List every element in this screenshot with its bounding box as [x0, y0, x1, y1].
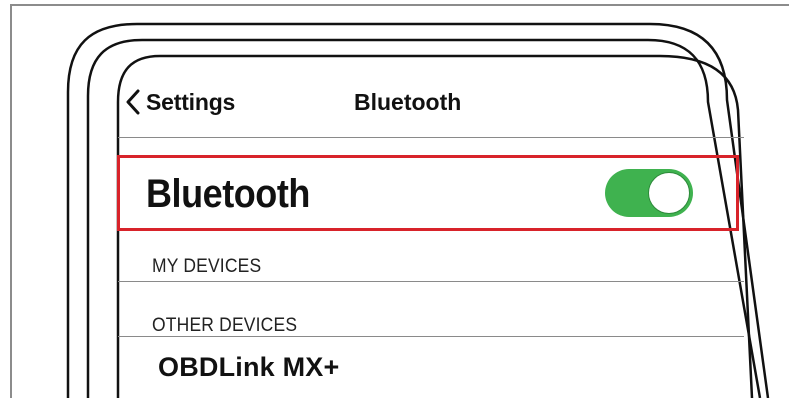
nav-divider: [118, 137, 744, 138]
back-button-label: Settings: [146, 88, 236, 115]
back-button[interactable]: Settings: [124, 86, 235, 118]
page-title: Bluetooth: [354, 89, 462, 115]
bluetooth-toggle[interactable]: [605, 169, 693, 217]
phone-screen: Settings Bluetooth Bluetooth MY DEVICES …: [117, 68, 744, 398]
device-item-obdlink[interactable]: OBDLink MX+: [158, 352, 339, 383]
bluetooth-row-highlight: Bluetooth: [117, 155, 739, 231]
bluetooth-label: Bluetooth: [146, 172, 310, 216]
divider: [118, 281, 744, 282]
toggle-knob: [648, 172, 690, 214]
divider: [118, 336, 744, 337]
section-header-my-devices: MY DEVICES: [152, 256, 262, 277]
chevron-left-icon: [126, 89, 140, 115]
section-header-other-devices: OTHER DEVICES: [152, 315, 298, 336]
